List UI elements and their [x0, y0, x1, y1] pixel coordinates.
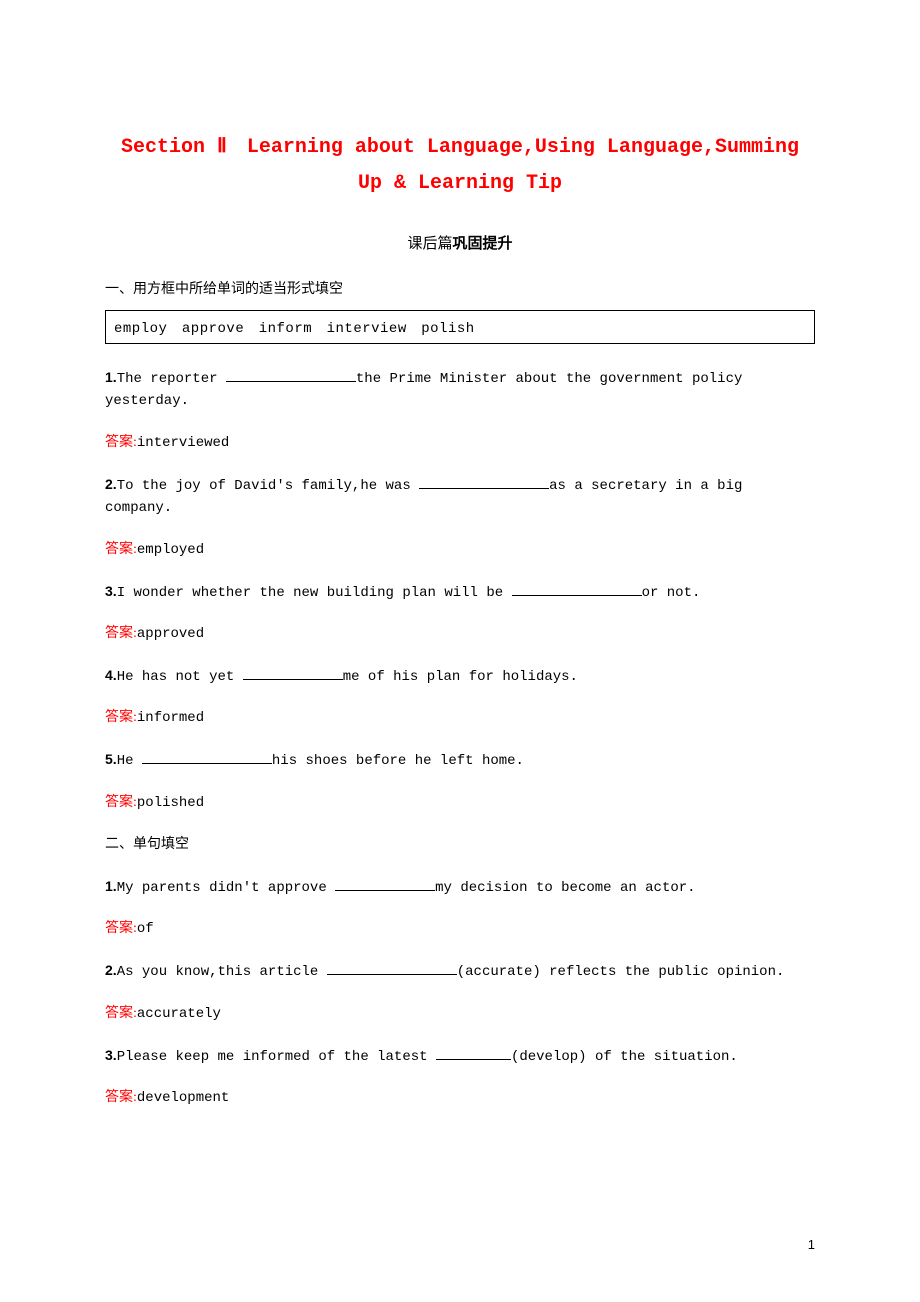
answer-label: 答案: [105, 1006, 137, 1021]
blank-input[interactable] [436, 1046, 511, 1060]
answer-label: 答案: [105, 435, 137, 450]
blank-input[interactable] [335, 877, 435, 891]
question-number: 3. [105, 583, 117, 599]
blank-input[interactable] [327, 961, 457, 975]
s2-question-3: 3.Please keep me informed of the latest … [105, 1044, 815, 1068]
document-subtitle: 课后篇巩固提升 [105, 232, 815, 253]
section1-heading: 一、用方框中所给单词的适当形式填空 [105, 278, 815, 298]
question-text-before: He [117, 753, 142, 769]
answer-2: 答案:employed [105, 538, 815, 558]
section2-heading: 二、单句填空 [105, 833, 815, 853]
question-text-before: To the joy of David's family,he was [117, 478, 419, 494]
question-text-after: my decision to become an actor. [435, 880, 695, 896]
blank-input[interactable] [142, 750, 272, 764]
question-1: 1.The reporter the Prime Minister about … [105, 366, 815, 413]
page-number: 1 [808, 1237, 815, 1252]
answer-value: approved [137, 626, 204, 642]
question-hint: (accurate) reflects the public opinion. [457, 964, 785, 980]
answer-1: 答案:interviewed [105, 431, 815, 451]
s2-answer-1: 答案:of [105, 917, 815, 937]
question-text-before: The reporter [117, 371, 226, 387]
question-number: 5. [105, 751, 117, 767]
question-number: 1. [105, 369, 117, 385]
s2-answer-3: 答案:development [105, 1086, 815, 1106]
answer-3: 答案:approved [105, 622, 815, 642]
answer-label: 答案: [105, 710, 137, 725]
question-4: 4.He has not yet me of his plan for holi… [105, 664, 815, 688]
answer-value: of [137, 921, 154, 937]
answer-value: polished [137, 795, 204, 811]
answer-4: 答案:informed [105, 706, 815, 726]
question-text-before: I wonder whether the new building plan w… [117, 585, 512, 601]
answer-value: interviewed [137, 435, 229, 451]
answer-label: 答案: [105, 542, 137, 557]
answer-value: accurately [137, 1006, 221, 1022]
subtitle-bold: 巩固提升 [453, 235, 513, 252]
question-text-before: As you know,this article [117, 964, 327, 980]
question-text-before: My parents didn't approve [117, 880, 335, 896]
question-text-after: or not. [642, 585, 701, 601]
word-box: employ approve inform interview polish [105, 310, 815, 344]
question-text-after: me of his plan for holidays. [343, 669, 578, 685]
answer-value: development [137, 1090, 229, 1106]
answer-value: employed [137, 542, 204, 558]
s2-answer-2: 答案:accurately [105, 1002, 815, 1022]
document-title: Section Ⅱ Learning about Language,Using … [105, 130, 815, 202]
question-number: 2. [105, 962, 117, 978]
blank-input[interactable] [243, 666, 343, 680]
question-3: 3.I wonder whether the new building plan… [105, 580, 815, 604]
question-text-after: his shoes before he left home. [272, 753, 524, 769]
blank-input[interactable] [512, 582, 642, 596]
question-number: 2. [105, 476, 117, 492]
answer-label: 答案: [105, 626, 137, 641]
question-5: 5.He his shoes before he left home. [105, 748, 815, 772]
question-text-before: He has not yet [117, 669, 243, 685]
blank-input[interactable] [226, 368, 356, 382]
question-hint: (develop) of the situation. [511, 1049, 738, 1065]
subtitle-prefix: 课后篇 [407, 236, 452, 252]
answer-label: 答案: [105, 1090, 137, 1105]
answer-value: informed [137, 710, 204, 726]
answer-label: 答案: [105, 795, 137, 810]
question-number: 4. [105, 667, 117, 683]
question-2: 2.To the joy of David's family,he was as… [105, 473, 815, 520]
question-number: 1. [105, 878, 117, 894]
answer-label: 答案: [105, 921, 137, 936]
s2-question-1: 1.My parents didn't approve my decision … [105, 875, 815, 899]
answer-5: 答案:polished [105, 791, 815, 811]
s2-question-2: 2.As you know,this article (accurate) re… [105, 959, 815, 983]
question-number: 3. [105, 1047, 117, 1063]
question-text-before: Please keep me informed of the latest [117, 1049, 436, 1065]
blank-input[interactable] [419, 475, 549, 489]
